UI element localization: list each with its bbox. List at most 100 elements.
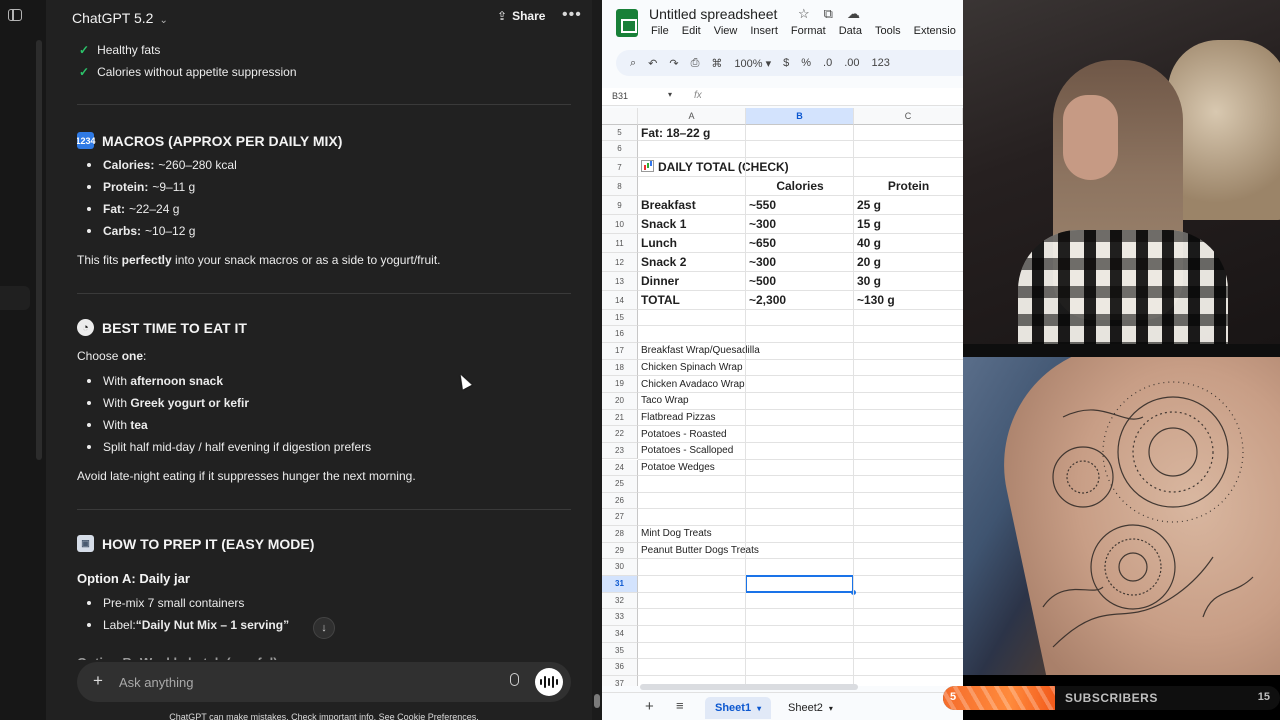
more-options-icon[interactable]: ••• — [562, 6, 582, 24]
grid-corner[interactable] — [602, 108, 638, 125]
cell-a22[interactable]: Potatoes - Roasted — [641, 429, 727, 440]
cell-b8[interactable]: Calories — [746, 179, 854, 193]
cell-c14[interactable]: ~130 g — [857, 293, 895, 307]
selected-cell-b31[interactable] — [745, 575, 856, 595]
spreadsheet-grid[interactable]: A B C 5 Fat: 18–22 g 6 7 DAILY TOTAL (CHECK) 8 Ca… — [602, 108, 963, 686]
model-selector[interactable]: ChatGPT 5.2 ⌄ — [72, 10, 168, 26]
add-sheet-icon[interactable]: + — [645, 698, 654, 715]
column-header-a[interactable]: A — [638, 108, 746, 125]
menu-item-data[interactable]: Data — [839, 25, 862, 37]
redo-icon[interactable]: ↷ — [669, 57, 678, 70]
cell-b10[interactable]: ~300 — [749, 217, 776, 231]
microphone-icon[interactable] — [510, 673, 519, 686]
cell-a19[interactable]: Chicken Avadaco Wrap — [641, 379, 745, 390]
menu-item-edit[interactable]: Edit — [682, 25, 701, 37]
row-header[interactable]: 33 — [602, 609, 638, 626]
cell-a28[interactable]: Mint Dog Treats — [641, 528, 712, 539]
horizontal-scrollbar[interactable] — [640, 684, 858, 690]
increase-decimal-button[interactable]: .00 — [844, 57, 859, 69]
row-header[interactable]: 37 — [602, 675, 638, 686]
row-header[interactable]: 31 — [602, 576, 638, 593]
row-header[interactable]: 30 — [602, 559, 638, 577]
row-header[interactable]: 34 — [602, 626, 638, 643]
menu-item-file[interactable]: File — [651, 25, 669, 37]
cell-a14[interactable]: TOTAL — [641, 293, 680, 307]
row-header[interactable]: 8 — [602, 176, 638, 196]
cell-a24[interactable]: Potatoe Wedges — [641, 462, 715, 473]
row-header[interactable]: 11 — [602, 233, 638, 253]
row-header[interactable]: 6 — [602, 141, 638, 158]
print-icon[interactable]: ⎙ — [691, 57, 700, 70]
row-header[interactable]: 24 — [602, 459, 638, 477]
percent-format-button[interactable]: % — [801, 57, 811, 69]
row-header[interactable]: 13 — [602, 271, 638, 291]
name-box[interactable]: B31 — [612, 91, 628, 101]
cloud-status-icon[interactable]: ☁ — [847, 6, 860, 22]
row-header[interactable]: 12 — [602, 252, 638, 272]
cell-a13[interactable]: Dinner — [641, 274, 679, 288]
cell-c8[interactable]: Protein — [854, 179, 963, 193]
row-header[interactable]: 36 — [602, 659, 638, 676]
tab-sheet1[interactable]: Sheet1 ▾ — [705, 697, 772, 719]
cell-c10[interactable]: 15 g — [857, 217, 881, 231]
cell-c11[interactable]: 40 g — [857, 236, 881, 250]
all-sheets-icon[interactable]: ≡ — [676, 698, 684, 713]
row-header[interactable]: 35 — [602, 642, 638, 660]
sidebar-active-item[interactable] — [0, 286, 30, 310]
row-header[interactable]: 32 — [602, 592, 638, 610]
column-header-b[interactable]: B — [746, 108, 854, 125]
row-header[interactable]: 28 — [602, 526, 638, 543]
search-icon[interactable]: ⌕ — [630, 57, 636, 70]
row-header[interactable]: 9 — [602, 195, 638, 215]
plus-icon[interactable]: + — [93, 671, 103, 691]
cell-c13[interactable]: 30 g — [857, 274, 881, 288]
chevron-down-icon[interactable]: ▾ — [668, 90, 672, 99]
row-header[interactable]: 21 — [602, 409, 638, 427]
cell-a23[interactable]: Potatoes - Scalloped — [641, 445, 733, 456]
row-header[interactable]: 29 — [602, 542, 638, 560]
chat-scrollbar[interactable] — [592, 0, 602, 720]
cell-a18[interactable]: Chicken Spinach Wrap — [641, 362, 743, 373]
document-title[interactable]: Untitled spreadsheet — [649, 6, 777, 22]
cell-a12[interactable]: Snack 2 — [641, 255, 686, 269]
menu-item-extensio[interactable]: Extensio — [914, 25, 956, 37]
cell-b11[interactable]: ~650 — [749, 236, 776, 250]
row-header[interactable]: 19 — [602, 376, 638, 393]
cell-c12[interactable]: 20 g — [857, 255, 881, 269]
decrease-decimal-button[interactable]: .0 — [823, 57, 832, 69]
row-header[interactable]: 22 — [602, 426, 638, 443]
share-button[interactable]: ⇪ Share — [497, 9, 545, 23]
sidebar-toggle-icon[interactable] — [8, 9, 22, 21]
undo-icon[interactable]: ↶ — [648, 57, 657, 70]
cell-a29[interactable]: Peanut Butter Dogs Treats — [641, 545, 759, 556]
row-header[interactable]: 26 — [602, 492, 638, 510]
row-header[interactable]: 5 — [602, 125, 638, 141]
star-icon[interactable]: ☆ — [798, 6, 810, 22]
row-header[interactable]: 16 — [602, 326, 638, 343]
voice-mode-button[interactable] — [535, 668, 563, 696]
row-header[interactable]: 25 — [602, 476, 638, 493]
chat-input[interactable] — [119, 672, 499, 692]
number-format-button[interactable]: 123 — [872, 57, 890, 69]
cell-a5[interactable]: Fat: 18–22 g — [641, 126, 710, 140]
row-header[interactable]: 15 — [602, 309, 638, 327]
row-header[interactable]: 17 — [602, 342, 638, 360]
row-header[interactable]: 18 — [602, 359, 638, 377]
row-header[interactable]: 27 — [602, 509, 638, 527]
cell-b9[interactable]: ~550 — [749, 198, 776, 212]
cell-a11[interactable]: Lunch — [641, 236, 677, 250]
cell-a7[interactable]: DAILY TOTAL (CHECK) — [641, 160, 789, 174]
cell-a20[interactable]: Taco Wrap — [641, 395, 689, 406]
menu-item-insert[interactable]: Insert — [750, 25, 778, 37]
sidebar-scrollbar[interactable] — [36, 40, 42, 460]
row-header[interactable]: 23 — [602, 442, 638, 460]
row-header[interactable]: 20 — [602, 392, 638, 410]
scroll-down-arrow-icon[interactable]: ↓ — [313, 617, 335, 639]
zoom-select[interactable]: 100% ▾ — [734, 57, 771, 70]
cell-a10[interactable]: Snack 1 — [641, 217, 686, 231]
tab-sheet2[interactable]: Sheet2 ▾ — [778, 697, 843, 719]
cell-b14[interactable]: ~2,300 — [749, 293, 786, 307]
menu-item-view[interactable]: View — [714, 25, 738, 37]
column-header-c[interactable]: C — [854, 108, 963, 125]
cell-a9[interactable]: Breakfast — [641, 198, 696, 212]
